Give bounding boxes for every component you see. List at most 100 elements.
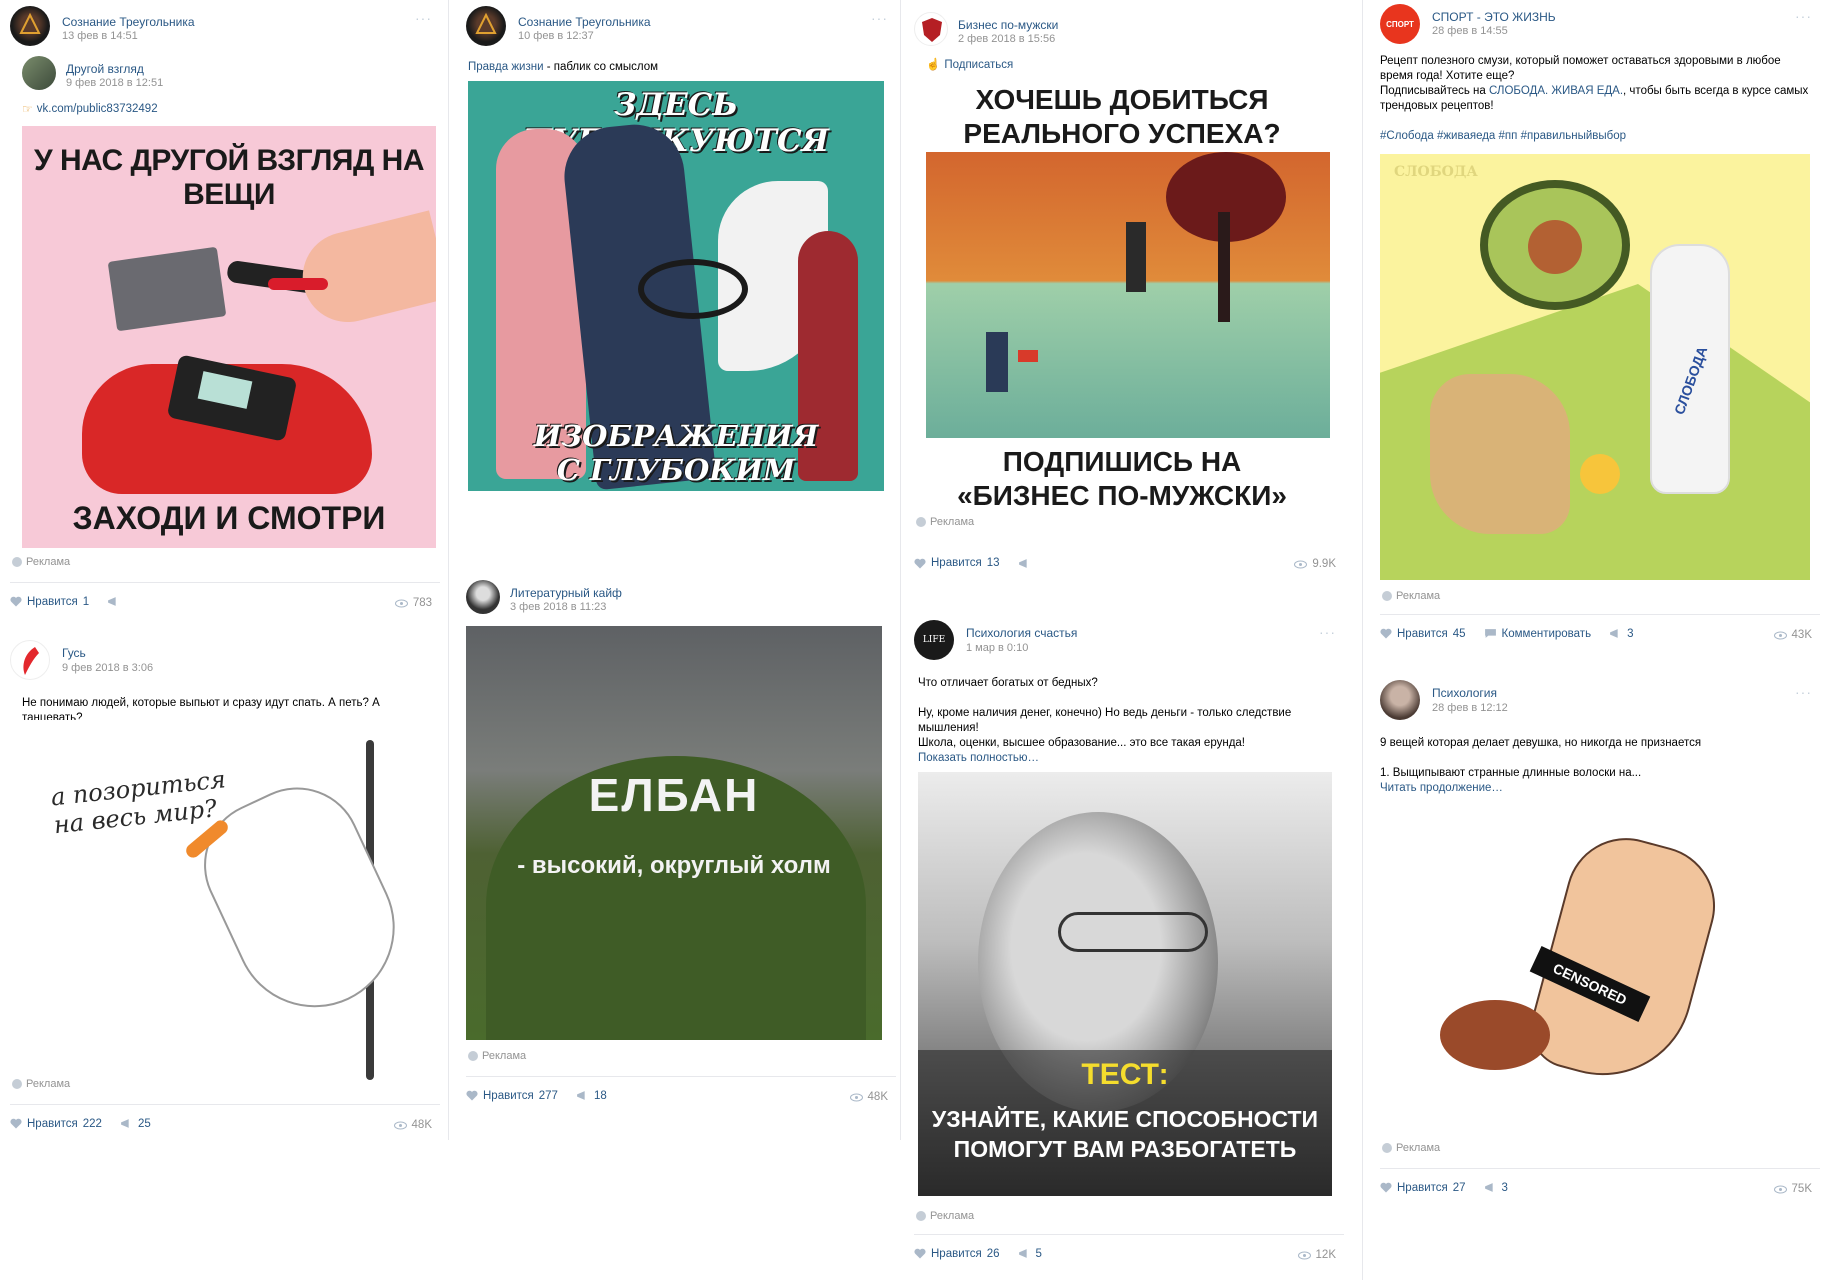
post-card: СПОРТ СПОРТ - ЭТО ЖИЗНЬ 28 фев в 14:55 ·… xyxy=(1380,0,1820,660)
like-button[interactable]: Нравится 45 xyxy=(1380,628,1466,640)
like-button[interactable]: Нравится 27 xyxy=(1380,1182,1466,1194)
post-actions: Нравится 277 18 48K xyxy=(466,1076,896,1103)
share-button[interactable]: 25 xyxy=(120,1118,151,1130)
more-options-icon[interactable]: ··· xyxy=(1795,8,1812,24)
avatar[interactable] xyxy=(914,12,948,46)
post-author[interactable]: Психология счастья xyxy=(966,626,1077,640)
post-image[interactable]: ЕЛБАН - высокий, округлый холм xyxy=(466,626,882,1040)
like-button[interactable]: Нравится 222 xyxy=(10,1118,102,1130)
like-button[interactable]: Нравится 1 xyxy=(10,596,89,608)
heart-icon xyxy=(914,558,926,568)
more-options-icon[interactable]: ··· xyxy=(1319,624,1336,640)
share-button[interactable]: 3 xyxy=(1484,1182,1508,1194)
share-button[interactable] xyxy=(107,596,120,607)
eye-icon xyxy=(1294,560,1308,568)
view-count: 783 xyxy=(394,597,432,609)
tree-trunk xyxy=(1218,212,1230,322)
post-actions: Нравится 1 783 xyxy=(10,582,440,609)
post-image[interactable]: ЗДЕСЬ ПУБЛИКУЮТСЯ ИЗОБРАЖЕНИЯ С ГЛУБОКИМ… xyxy=(468,81,884,491)
image-caption-bottom-1: ИЗОБРАЖЕНИЯ xyxy=(533,419,819,453)
ad-label: Реклама xyxy=(468,1050,526,1062)
post-date[interactable]: 9 фев 2018 в 3:06 xyxy=(62,662,153,674)
megaphone-icon xyxy=(1610,629,1618,638)
repost-date[interactable]: 9 фев 2018 в 12:51 xyxy=(66,77,163,89)
post-header: Литературный кайф 3 фев 2018 в 11:23 xyxy=(466,580,896,624)
post-date[interactable]: 13 фев в 14:51 xyxy=(62,30,138,42)
post-date[interactable]: 10 фев в 12:37 xyxy=(518,30,594,42)
megaphone-icon xyxy=(108,597,116,606)
post-author[interactable]: Психология xyxy=(1432,686,1497,700)
view-count: 9.9K xyxy=(1294,558,1336,570)
ad-label: Реклама xyxy=(1382,1142,1440,1154)
like-count: 1 xyxy=(82,595,90,608)
more-options-icon[interactable]: ··· xyxy=(415,10,432,26)
post-image[interactable]: CENSORED xyxy=(1380,800,1810,1130)
view-count: 43K xyxy=(1773,629,1812,641)
post-image[interactable]: СЛОБОДА СЛОБОДА xyxy=(1380,154,1810,580)
avatar[interactable] xyxy=(10,6,50,46)
repost-author[interactable]: Другой взгляд xyxy=(66,62,144,76)
share-button[interactable]: 18 xyxy=(576,1090,607,1102)
like-count: 45 xyxy=(1452,627,1466,640)
like-button[interactable]: Нравится 277 xyxy=(466,1090,558,1102)
avatar[interactable] xyxy=(22,56,56,90)
hashtags[interactable]: #Слобода #живаяеда #пп #правильныйвыбор xyxy=(1380,130,1626,142)
avatar[interactable] xyxy=(466,6,506,46)
more-options-icon[interactable]: ··· xyxy=(1795,684,1812,700)
show-more-link[interactable]: Показать полностью… xyxy=(918,751,1039,766)
post-image[interactable]: ТЕСТ: УЗНАЙТЕ, КАКИЕ СПОСОБНОСТИ ПОМОГУТ… xyxy=(918,772,1332,1196)
post-author[interactable]: Гусь xyxy=(62,646,86,660)
share-button[interactable] xyxy=(1018,558,1031,569)
column-divider xyxy=(448,0,449,1140)
post-header: Психология 28 фев в 12:12 ··· xyxy=(1380,680,1820,724)
post-date[interactable]: 28 фев в 12:12 xyxy=(1432,702,1508,714)
post-date[interactable]: 1 мар в 0:10 xyxy=(966,642,1028,654)
subscribe-link[interactable]: ☝ Подписаться xyxy=(926,58,1013,73)
feed-column-4: СПОРТ СПОРТ - ЭТО ЖИЗНЬ 28 фев в 14:55 ·… xyxy=(1380,0,1820,1280)
heart-icon xyxy=(10,596,22,607)
eye-icon xyxy=(1773,631,1787,639)
post-author[interactable]: Бизнес по-мужски xyxy=(958,18,1058,32)
like-button[interactable]: Нравится 26 xyxy=(914,1248,1000,1260)
avatar[interactable]: LIFE xyxy=(914,620,954,660)
post-header: Сознание Треугольника 10 фев в 12:37 ··· xyxy=(466,6,896,50)
man-on-ladder xyxy=(1126,222,1146,292)
post-author[interactable]: Литературный кайф xyxy=(510,586,622,600)
comment-icon xyxy=(1484,629,1496,638)
heart-icon xyxy=(10,1118,22,1129)
view-count: 48K xyxy=(393,1119,432,1131)
share-button[interactable]: 3 xyxy=(1609,628,1633,640)
avatar[interactable] xyxy=(10,640,50,680)
post-image[interactable]: ХОЧЕШЬ ДОБИТЬСЯ РЕАЛЬНОГО УСПЕХА? ПОДПИШ… xyxy=(914,78,1330,508)
public-link[interactable]: Правда жизни xyxy=(468,61,544,73)
post-date[interactable]: 3 фев 2018 в 11:23 xyxy=(510,601,606,613)
post-author[interactable]: Сознание Треугольника xyxy=(62,15,195,29)
more-options-icon[interactable]: ··· xyxy=(871,10,888,26)
share-button[interactable]: 5 xyxy=(1018,1248,1042,1260)
post-author[interactable]: СПОРТ - ЭТО ЖИЗНЬ xyxy=(1432,10,1556,24)
avatar[interactable] xyxy=(466,580,500,614)
image-caption-line-1: УЗНАЙТЕ, КАКИЕ СПОСОБНОСТИ xyxy=(931,1106,1319,1132)
post-date[interactable]: 28 фев в 14:55 xyxy=(1432,25,1508,37)
illustration-panel xyxy=(926,152,1330,438)
post-image[interactable]: У НАС ДРУГОЙ ВЗГЛЯД НА ВЕЩИ ЗАХОДИ И СМО… xyxy=(22,126,436,548)
info-icon xyxy=(1382,1143,1392,1153)
post-header: Бизнес по-мужски 2 фев 2018 в 15:56 xyxy=(914,12,1344,56)
avatar[interactable]: СПОРТ xyxy=(1380,4,1420,44)
post-date[interactable]: 2 фев 2018 в 15:56 xyxy=(958,33,1055,45)
triangle-logo-icon xyxy=(19,12,41,34)
post-header: Сознание Треугольника 13 фев в 14:51 ··· xyxy=(10,6,440,50)
post-header: LIFE Психология счастья 1 мар в 0:10 ··· xyxy=(914,620,1344,664)
like-button[interactable]: Нравится 13 xyxy=(914,557,1000,569)
share-count: 3 xyxy=(1501,1181,1508,1194)
repost-link[interactable]: ☞ vk.com/public83732492 xyxy=(22,102,158,116)
feed-column-2: Сознание Треугольника 10 фев в 12:37 ···… xyxy=(466,0,896,1140)
post-image[interactable]: а позориться на весь мир? xyxy=(22,720,442,1100)
avatar[interactable] xyxy=(1380,680,1420,720)
read-more-link[interactable]: Читать продолжение… xyxy=(1380,781,1503,796)
comment-button[interactable]: Комментировать xyxy=(1484,628,1591,640)
post-author[interactable]: Сознание Треугольника xyxy=(518,15,651,29)
eye-icon xyxy=(394,599,408,607)
image-caption-bottom-2: «БИЗНЕС ПО-МУЖСКИ» xyxy=(957,480,1287,508)
brand-link[interactable]: СЛОБОДА. ЖИВАЯ ЕДА. xyxy=(1489,85,1623,97)
